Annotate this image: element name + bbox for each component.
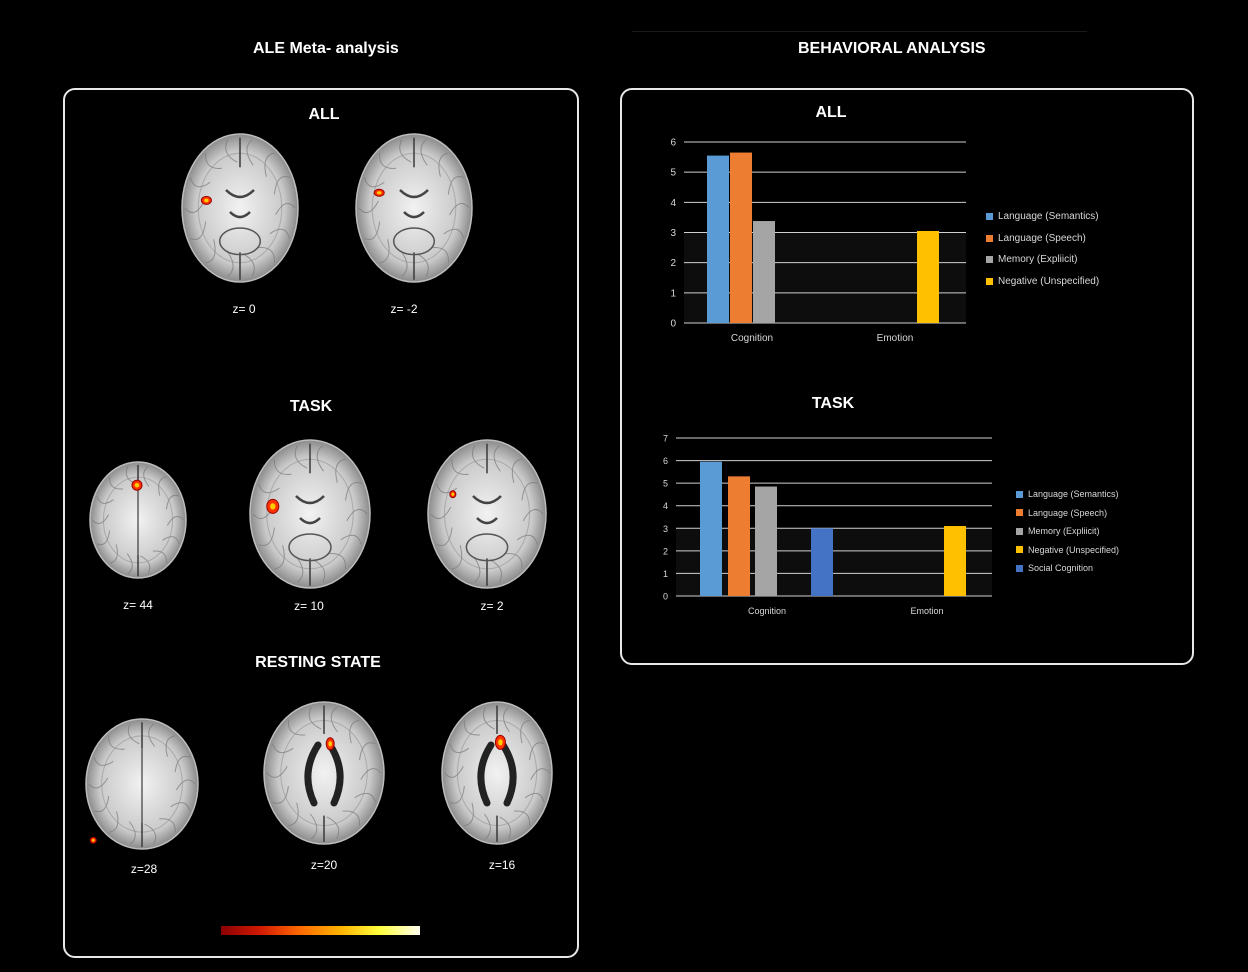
legend-item: Language (Semantics): [986, 206, 1099, 228]
y-tick-label: 3: [663, 524, 668, 534]
legend-item: Negative (Unspecified): [986, 271, 1099, 293]
brain-task-3: [427, 439, 547, 589]
y-tick-label: 7: [663, 434, 668, 444]
brain-rest-3: [441, 701, 553, 845]
y-tick-label: 5: [663, 479, 668, 489]
activation-colorbar: [221, 926, 420, 935]
legend-swatch: [1016, 564, 1023, 572]
x-tick-label: Emotion: [910, 606, 943, 616]
y-tick-label: 0: [663, 592, 668, 602]
z-label-task-1: z= 44: [123, 598, 153, 612]
x-tick-label: Cognition: [748, 606, 786, 616]
activation-peak: [270, 503, 276, 510]
activation-peak: [134, 482, 140, 488]
legend-item: Language (Speech): [1016, 504, 1119, 523]
legend-swatch: [1016, 527, 1023, 535]
ale-heading: ALE Meta- analysis: [253, 40, 399, 57]
legend-swatch: [986, 213, 993, 221]
legend-swatch: [1016, 490, 1023, 498]
bar: [944, 526, 966, 596]
x-tick-label: Cognition: [731, 333, 773, 344]
activation-peak: [376, 191, 382, 195]
z-label-rest-2: z=20: [310, 858, 338, 872]
legend-task: Language (Semantics) Language (Speech) Mem…: [1016, 485, 1119, 578]
behavioral-heading: BEHAVIORAL ANALYSIS: [798, 40, 986, 57]
y-tick-label: 4: [663, 501, 668, 511]
brain-rest-2: [263, 701, 385, 845]
y-tick-label: 6: [670, 138, 676, 149]
ale-all-title: ALL: [308, 106, 340, 123]
y-tick-label: 2: [663, 546, 668, 556]
bar: [917, 230, 939, 323]
bar: [700, 461, 722, 596]
legend-swatch: [986, 256, 993, 264]
bar: [730, 152, 752, 323]
z-label-all-2: z= -2: [390, 302, 418, 316]
bar: [728, 476, 750, 596]
legend-label: Memory (Expliicit): [998, 254, 1078, 266]
y-tick-label: 4: [670, 198, 676, 209]
brain-all-2: [355, 133, 473, 283]
legend-swatch: [1016, 509, 1023, 517]
ale-rest-title: RESTING STATE: [255, 654, 381, 671]
brain-task-1: [89, 461, 187, 579]
activation-peak: [451, 492, 455, 496]
legend-label: Negative (Unspecified): [998, 275, 1100, 287]
legend-item: Language (Semantics): [1016, 485, 1119, 504]
legend-label: Language (Semantics): [1028, 489, 1119, 500]
legend-all: Language (Semantics) Language (Speech) Mem…: [986, 206, 1099, 292]
z-label-task-2: z= 10: [294, 599, 324, 613]
activation-peak: [91, 838, 95, 842]
legend-item: Language (Speech): [986, 228, 1099, 250]
chart-all: ALL 0 1 2 3 4 5 6 Cognition Emotion: [640, 98, 980, 353]
z-label-task-3: z= 2: [480, 599, 504, 613]
bar: [753, 221, 775, 323]
legend-label: Negative (Unspecified): [1028, 544, 1120, 555]
legend-swatch: [986, 234, 993, 242]
y-tick-label: 5: [670, 168, 676, 179]
activation-peak: [328, 741, 332, 747]
legend-item: Social Cognition: [1016, 559, 1119, 578]
brain-rest-1: [85, 718, 199, 850]
legend-item: Memory (Expliicit): [986, 249, 1099, 271]
legend-label: Language (Semantics): [998, 211, 1099, 223]
y-tick-label: 3: [670, 228, 676, 239]
z-label-rest-3: z=16: [488, 858, 516, 872]
legend-swatch: [986, 277, 993, 285]
legend-label: Language (Speech): [1028, 507, 1108, 518]
ale-task-title: TASK: [289, 398, 333, 415]
activation-peak: [498, 739, 503, 746]
brain-all-1: [181, 133, 299, 283]
legend-swatch: [1016, 546, 1023, 554]
y-tick-label: 6: [663, 456, 668, 466]
legend-label: Language (Speech): [998, 232, 1086, 244]
y-tick-label: 1: [663, 569, 668, 579]
y-tick-label: 0: [670, 319, 676, 330]
y-tick-label: 1: [670, 288, 676, 299]
bar: [755, 486, 777, 596]
z-label-all-1: z= 0: [232, 302, 256, 316]
x-tick-label: Emotion: [877, 333, 914, 344]
chart-title: TASK: [812, 395, 855, 412]
legend-item: Memory (Expliicit): [1016, 522, 1119, 541]
activation-peak: [204, 198, 209, 203]
z-label-rest-1: z=28: [130, 862, 158, 876]
bar: [707, 155, 729, 323]
legend-item: Negative (Unspecified): [1016, 541, 1119, 560]
legend-label: Memory (Expliicit): [1028, 526, 1100, 537]
y-tick-label: 2: [670, 258, 676, 269]
divider-line: [632, 31, 1087, 32]
legend-label: Social Cognition: [1028, 563, 1094, 574]
chart-task: TASK 0 1 2 3 4 5 6 7 Cognition Emotion: [632, 392, 992, 617]
brain-task-2: [249, 439, 371, 589]
chart-title: ALL: [815, 104, 846, 121]
bar: [811, 528, 833, 596]
